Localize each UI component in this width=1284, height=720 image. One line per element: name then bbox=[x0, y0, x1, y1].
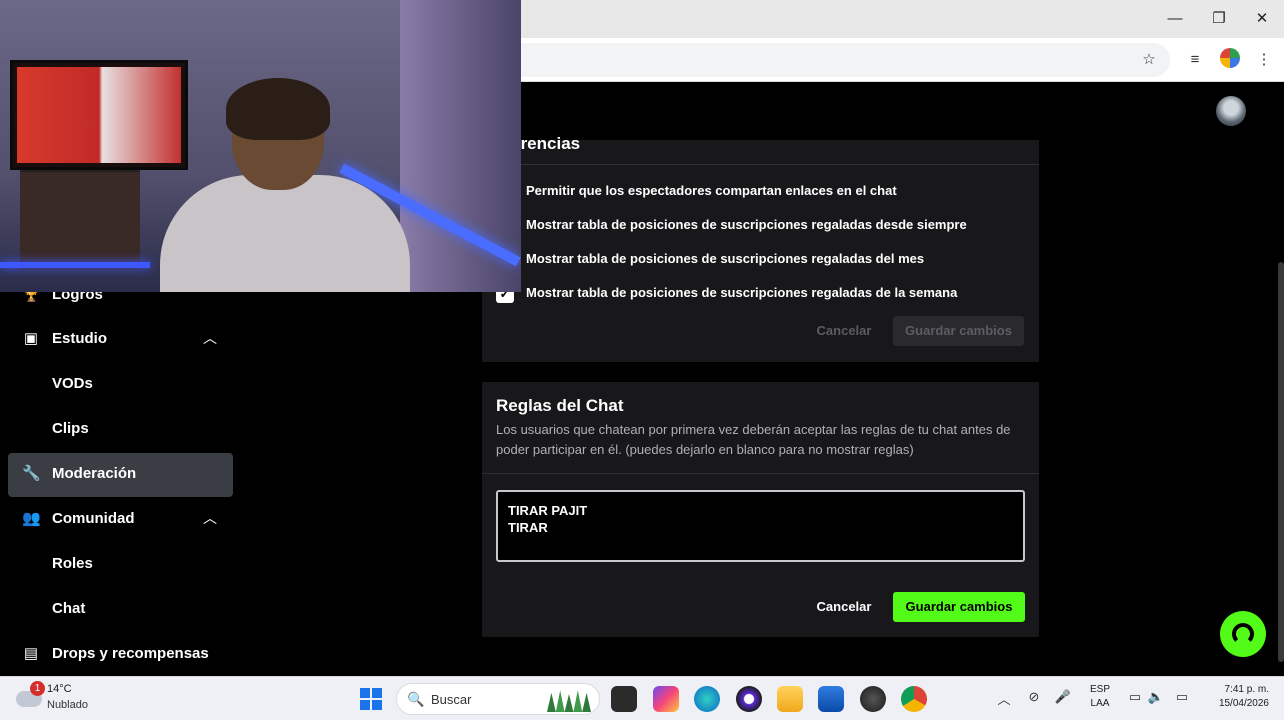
option-label: Permitir que los espectadores compartan … bbox=[526, 183, 897, 198]
webcam-led-strip bbox=[0, 262, 150, 268]
sidebar-item-drops[interactable]: ▤ Drops y recompensas bbox=[0, 633, 240, 677]
avatar[interactable] bbox=[1216, 96, 1246, 126]
sidebar-item-clips[interactable]: Clips bbox=[0, 408, 240, 452]
microphone-icon[interactable]: 🎤 bbox=[1054, 689, 1072, 705]
chat-rules-cancel-button[interactable]: Cancelar bbox=[804, 592, 884, 622]
sidebar-item-comunidad[interactable]: 👥 Comunidad ︿ bbox=[0, 498, 240, 542]
sidebar-item-estudio[interactable]: ▣ Estudio ︿ bbox=[0, 318, 240, 362]
close-button[interactable]: ✕ bbox=[1250, 8, 1274, 30]
webcam-overlay bbox=[0, 0, 521, 292]
maximize-button[interactable]: ❐ bbox=[1207, 8, 1231, 30]
search-placeholder: Buscar bbox=[431, 692, 472, 707]
headset-icon bbox=[1232, 623, 1254, 645]
sidebar-item-label: Moderación bbox=[52, 465, 137, 482]
menu-icon[interactable]: ⋮ bbox=[1252, 48, 1276, 72]
sidebar-item-label: Estudio bbox=[52, 330, 107, 347]
start-button[interactable] bbox=[360, 688, 382, 710]
webcam-tv bbox=[10, 60, 188, 170]
preferences-cancel-button[interactable]: Cancelar bbox=[804, 316, 884, 346]
drops-icon: ▤ bbox=[23, 645, 39, 662]
studio-icon: ▣ bbox=[23, 330, 39, 347]
keyboard-layout: LAA bbox=[1090, 698, 1110, 709]
chat-rules-panel: Reglas del Chat Los usuarios que chatean… bbox=[482, 382, 1039, 637]
terminal-app-icon[interactable] bbox=[611, 686, 637, 712]
weather-condition: Nublado bbox=[47, 699, 88, 711]
language-indicator[interactable]: ESP LAA bbox=[1090, 683, 1110, 711]
chat-rules-description: Los usuarios que chatean por primera vez… bbox=[496, 422, 1011, 457]
preferences-panel: eferencias ✓ Permitir que los espectador… bbox=[482, 134, 1039, 362]
sidebar-item-moderacion[interactable]: 🔧 Moderación bbox=[8, 453, 233, 497]
support-chat-button[interactable] bbox=[1220, 611, 1266, 657]
taskbar: 1 14°C Nublado 🔍 Buscar ︿ ⊘ 🎤 ESP LAA ▭ … bbox=[0, 676, 1284, 720]
community-icon: 👥 bbox=[22, 510, 41, 527]
network-off-icon[interactable]: ⊘ bbox=[1025, 689, 1043, 705]
sidebar-item-label: Clips bbox=[52, 420, 89, 437]
sidebar-item-chat[interactable]: Chat bbox=[0, 588, 240, 632]
edge-app-icon[interactable] bbox=[694, 686, 720, 712]
webcam-furniture bbox=[20, 170, 140, 270]
clock-date: 15/04/2026 bbox=[1218, 698, 1269, 709]
media-icon[interactable]: ≡ bbox=[1183, 48, 1207, 72]
star-icon[interactable]: ☆ bbox=[1137, 48, 1161, 72]
chevron-up-icon[interactable]: ︿ bbox=[200, 328, 220, 348]
divider bbox=[482, 473, 1039, 474]
search-box[interactable]: 🔍 Buscar bbox=[396, 683, 600, 715]
file-explorer-icon[interactable] bbox=[777, 686, 803, 712]
minimize-button[interactable]: — bbox=[1163, 8, 1187, 30]
clock[interactable]: 7:41 p. m. 15/04/2026 bbox=[1205, 683, 1269, 711]
chat-rules-input[interactable] bbox=[496, 490, 1025, 562]
preferences-save-button[interactable]: Guardar cambios bbox=[893, 316, 1024, 346]
profile-icon[interactable] bbox=[1220, 48, 1240, 68]
battery-icon[interactable]: ▭ bbox=[1173, 689, 1191, 705]
divider bbox=[482, 164, 1039, 165]
wrench-icon: 🔧 bbox=[22, 465, 41, 482]
search-icon: 🔍 bbox=[407, 691, 425, 707]
app-icon[interactable] bbox=[860, 686, 886, 712]
store-app-icon[interactable] bbox=[818, 686, 844, 712]
weather-temp: 14°C bbox=[47, 683, 72, 695]
notification-badge: 1 bbox=[30, 681, 45, 696]
webcam-person-hair bbox=[226, 78, 330, 140]
sidebar-item-label: Chat bbox=[52, 600, 86, 617]
chat-rules-title: Reglas del Chat bbox=[496, 396, 624, 415]
option-label: Mostrar tabla de posiciones de suscripci… bbox=[526, 251, 925, 266]
option-label: Mostrar tabla de posiciones de suscripci… bbox=[526, 217, 967, 232]
weather-widget[interactable]: 1 bbox=[14, 681, 45, 711]
volume-icon[interactable]: 🔈 bbox=[1147, 689, 1165, 705]
clock-time: 7:41 p. m. bbox=[1224, 684, 1269, 695]
sidebar-item-label: VODs bbox=[52, 375, 93, 392]
sidebar-item-label: Roles bbox=[52, 555, 93, 572]
obs-app-icon[interactable] bbox=[736, 686, 762, 712]
sidebar-item-label: Comunidad bbox=[52, 510, 135, 527]
language-code: ESP bbox=[1090, 684, 1111, 695]
webcam-tv-screen bbox=[17, 67, 181, 163]
page-scrollbar[interactable] bbox=[1278, 262, 1284, 662]
sidebar-item-label: Drops y recompensas bbox=[52, 645, 209, 662]
chrome-app-icon[interactable] bbox=[901, 686, 927, 712]
webcam-person-body bbox=[160, 175, 410, 292]
sidebar-item-roles[interactable]: Roles bbox=[0, 543, 240, 587]
search-highlight-icon bbox=[547, 690, 591, 712]
option-label: Mostrar tabla de posiciones de suscripci… bbox=[526, 285, 958, 300]
sidebar-item-vods[interactable]: VODs bbox=[0, 363, 240, 407]
chevron-up-icon[interactable]: ︿ bbox=[995, 689, 1013, 708]
copilot-app-icon[interactable] bbox=[653, 686, 679, 712]
chevron-up-icon[interactable]: ︿ bbox=[200, 508, 220, 528]
chat-rules-save-button[interactable]: Guardar cambios bbox=[893, 592, 1025, 622]
display-icon[interactable]: ▭ bbox=[1126, 689, 1144, 705]
